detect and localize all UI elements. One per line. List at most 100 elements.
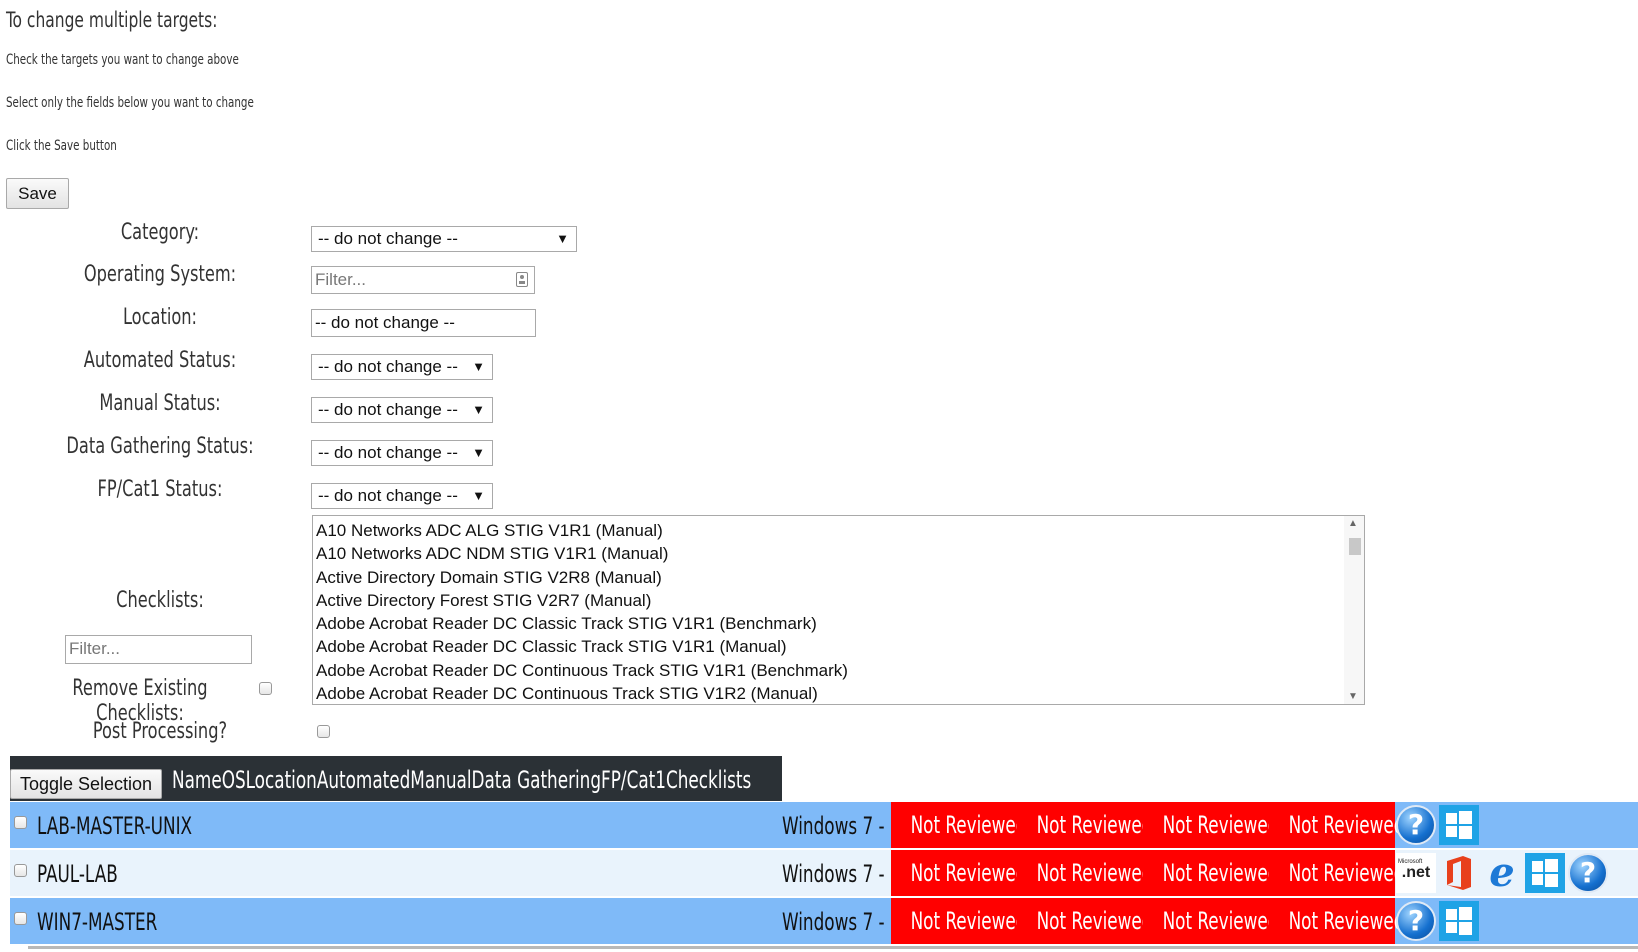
target-os: Windows 7 - (782, 860, 885, 888)
checklist-option[interactable]: Adobe Acrobat Reader DC Classic Track ST… (313, 612, 848, 635)
status-badge: Not Reviewed (1269, 850, 1404, 896)
internet-explorer-icon: e (1489, 849, 1515, 896)
checklist-option[interactable]: Active Directory Forest STIG V2R7 (Manua… (313, 589, 848, 612)
row-select-checkbox[interactable] (14, 864, 27, 877)
os-filter-input[interactable]: Filter... (311, 266, 535, 294)
checklists-filter-input[interactable]: Filter... (65, 635, 252, 664)
dropdown-arrow-icon: ▼ (472, 359, 485, 374)
windows-icon (1525, 853, 1565, 893)
status-text: Not Reviewed (910, 811, 1027, 839)
status-text: Not Reviewed (910, 907, 1027, 935)
status-text: Not Reviewed (1288, 811, 1405, 839)
checklist-option[interactable]: Adobe Acrobat Reader DC Continuous Track… (313, 659, 848, 682)
contact-card-icon (516, 272, 528, 287)
data-gathering-status-select[interactable]: -- do not change -- ▼ (311, 440, 493, 466)
status-badge: Not Reviewed (1017, 802, 1152, 848)
dotnet-icon: Microsoft .net (1396, 853, 1436, 893)
windows-icon (1439, 805, 1479, 845)
target-os: Windows 7 - (782, 908, 885, 936)
status-badge: Not Reviewed (891, 898, 1026, 944)
remove-existing-checkbox[interactable] (259, 682, 272, 695)
dotnet-text: .net (1401, 864, 1431, 881)
instruction-2: Select only the fields below you want to… (6, 95, 254, 111)
os-label: Operating System: (83, 262, 237, 287)
category-label: Category: (120, 220, 200, 245)
fpcat1-status-label: FP/Cat1 Status: (97, 477, 223, 502)
table-row[interactable]: WIN7-MASTER Windows 7 - Not Reviewed Not Re… (10, 898, 1638, 944)
checklist-icons: Microsoft .net e? (1396, 853, 1611, 893)
automated-status-value: -- do not change -- (318, 357, 458, 376)
status-badge: Not Reviewed (1143, 850, 1278, 896)
status-text: Not Reviewed (1288, 907, 1405, 935)
location-input[interactable]: -- do not change -- (311, 309, 536, 337)
target-os: Windows 7 - (782, 812, 885, 840)
toggle-selection-button[interactable]: Toggle Selection (10, 769, 162, 799)
status-text: Not Reviewed (1162, 907, 1279, 935)
checklist-option[interactable]: A10 Networks ADC NDM STIG V1R1 (Manual) (313, 542, 848, 565)
status-badge: Not Reviewed (891, 802, 1026, 848)
location-label: Location: (122, 305, 198, 330)
data-gathering-status-value: -- do not change -- (318, 443, 458, 462)
table-column-headers[interactable]: NameOSLocationAutomatedManualData Gather… (172, 766, 751, 794)
target-name[interactable]: LAB-MASTER-UNIX (37, 812, 192, 840)
table-row[interactable]: PAUL-LAB Windows 7 - Not Reviewed Not Revie… (10, 850, 1638, 896)
checklist-option[interactable]: Adobe Acrobat Reader DC Continuous Track… (313, 682, 848, 704)
scroll-up-icon[interactable]: ▲ (1348, 518, 1358, 529)
status-badge: Not Reviewed (891, 850, 1026, 896)
instruction-1: Check the targets you want to change abo… (6, 52, 239, 68)
status-badge: Not Reviewed (1143, 898, 1278, 944)
dropdown-arrow-icon: ▼ (472, 488, 485, 503)
manual-status-select[interactable]: -- do not change -- ▼ (311, 397, 493, 423)
checklist-option[interactable]: Adobe Acrobat Reader DC Classic Track ST… (313, 635, 848, 658)
instruction-3: Click the Save button (6, 138, 117, 154)
checklists-filter-placeholder: Filter... (69, 639, 121, 658)
dropdown-arrow-icon: ▼ (472, 445, 485, 460)
checklist-icons: ? (1396, 901, 1482, 941)
status-badge: Not Reviewed (1269, 802, 1404, 848)
scroll-down-icon[interactable]: ▼ (1348, 691, 1358, 702)
status-text: Not Reviewed (1036, 859, 1153, 887)
status-badge: Not Reviewed (1017, 850, 1152, 896)
scrollbar-thumb[interactable] (1349, 538, 1361, 555)
office-icon (1439, 853, 1479, 893)
manual-status-label: Manual Status: (99, 391, 221, 416)
checklist-option[interactable]: Active Directory Domain STIG V2R8 (Manua… (313, 566, 848, 589)
fpcat1-status-select[interactable]: -- do not change -- ▼ (311, 483, 493, 509)
table-row[interactable]: LAB-MASTER-UNIX Windows 7 - Not Reviewed No… (10, 802, 1638, 848)
category-select[interactable]: -- do not change -- ▼ (311, 226, 577, 252)
status-badge: Not Reviewed (1017, 898, 1152, 944)
table-bottom-border (28, 946, 1638, 949)
status-badge: Not Reviewed (1143, 802, 1278, 848)
checklist-option[interactable]: A10 Networks ADC ALG STIG V1R1 (Manual) (313, 519, 848, 542)
status-text: Not Reviewed (1162, 811, 1279, 839)
location-input-value: -- do not change -- (315, 313, 455, 332)
data-gathering-status-label: Data Gathering Status: (66, 434, 254, 459)
post-processing-checkbox[interactable] (317, 725, 330, 738)
row-select-checkbox[interactable] (14, 816, 27, 829)
status-text: Not Reviewed (910, 859, 1027, 887)
status-text: Not Reviewed (1288, 859, 1405, 887)
target-name[interactable]: PAUL-LAB (37, 860, 118, 888)
status-badge: Not Reviewed (1269, 898, 1404, 944)
checklists-listbox[interactable]: A10 Networks ADC ALG STIG V1R1 (Manual) A… (312, 515, 1365, 705)
category-select-value: -- do not change -- (318, 229, 458, 248)
dotnet-small-text: Microsoft (1398, 859, 1423, 865)
checklists-label: Checklists: (116, 588, 204, 613)
manual-status-value: -- do not change -- (318, 400, 458, 419)
windows-icon (1439, 901, 1479, 941)
os-filter-placeholder: Filter... (315, 270, 367, 289)
checklists-scrollbar[interactable]: ▲ ▼ (1344, 516, 1364, 704)
target-name[interactable]: WIN7-MASTER (37, 908, 157, 936)
automated-status-label: Automated Status: (83, 348, 237, 373)
checklist-icons: ? (1396, 805, 1482, 845)
status-text: Not Reviewed (1162, 859, 1279, 887)
automated-status-select[interactable]: -- do not change -- ▼ (311, 354, 493, 380)
row-select-checkbox[interactable] (14, 912, 27, 925)
post-processing-label: Post Processing? (92, 719, 228, 744)
help-icon: ? (1396, 901, 1436, 941)
status-text: Not Reviewed (1036, 811, 1153, 839)
dropdown-arrow-icon: ▼ (556, 231, 569, 246)
save-button[interactable]: Save (6, 178, 69, 209)
dropdown-arrow-icon: ▼ (472, 402, 485, 417)
status-text: Not Reviewed (1036, 907, 1153, 935)
